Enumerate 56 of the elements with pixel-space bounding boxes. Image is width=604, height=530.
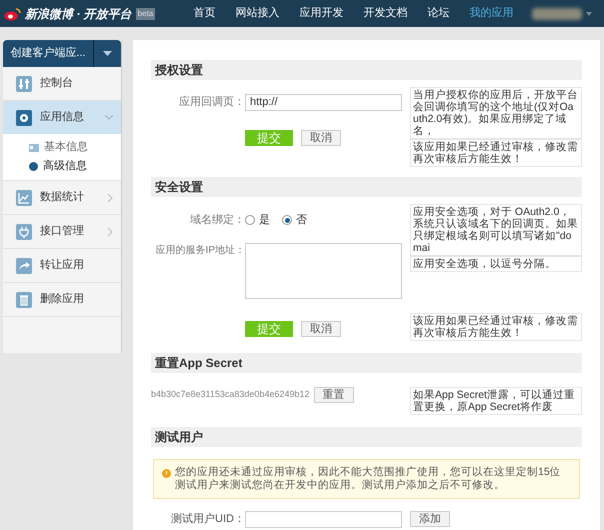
platform-logo-text: 新浪微博 · 开放平台 [25,6,132,22]
ip-address-field[interactable] [245,242,402,298]
submenu-item[interactable]: 高级信息 [3,157,121,176]
tester-uid-field[interactable] [245,510,402,528]
field-label: 测试用户UID： [170,512,245,527]
hint-text: 该应用如果已经通过审核，修改需再次审核后方能生效！ [410,312,582,340]
sidebar-item[interactable]: 控制台 [3,67,121,100]
warning-notice: 您的应用还未通过应用审核，因此不能大范围推广使用，您可以在这里定制15位测试用户来测试您尚在开发中的应用。测试用户添加之后不可修改。 [153,458,580,498]
radio-option[interactable]: 是 [245,212,270,228]
hint-text: 该应用如果已经通过审核，修改需再次审核后方能生效！ [410,139,582,167]
hint-text: 当用户授权你的应用后，开放平台会回调你填写的这个地址(仅对Oauth2.0有效)。如果应用绑定了域名， [410,87,582,139]
caret-icon [586,12,592,16]
hint-text: 如果App Secret泄露，可以通过重置更换，原App Secret将作废 [410,386,582,414]
app-secret-text: b4b30c7e8e31153ca83de0b4e6249b12 [151,388,310,402]
chevron-down-icon [105,115,113,120]
trash-icon [16,292,32,308]
sidebar-item[interactable]: 数据统计 [3,181,121,214]
sidebar-item[interactable]: 转让应用 [3,249,121,282]
submenu-item[interactable]: 基本信息 [3,138,121,157]
sidebar-item[interactable]: 接口管理 [3,215,121,248]
sidebar-item[interactable]: 应用信息 [3,101,121,134]
nav-link[interactable]: 首页 [193,5,216,22]
section-header: 重置App Secret [151,352,582,372]
field-label: 域名绑定： [189,212,245,228]
sliders-icon [16,76,32,92]
section-header: 测试用户 [151,426,582,446]
field-label: 应用的服务IP地址： [154,244,245,258]
reset-button[interactable]: 重置 [314,387,354,403]
dropdown-caret-icon [103,51,112,56]
radio-option[interactable]: 否 [282,212,307,228]
chart-icon [16,190,32,206]
info-icon [29,162,38,171]
chevron-right-icon [108,228,113,236]
nav-link[interactable]: 开发文档 [363,5,408,22]
plug-icon [16,224,32,240]
card-icon [29,144,39,152]
add-button[interactable]: 添加 [410,511,450,527]
weibo-logo-icon [4,6,21,20]
warning-icon [162,468,171,478]
sidebar-item[interactable]: 删除应用 [3,283,121,316]
callback-url-field[interactable]: http:// [245,94,402,111]
gear-icon [16,110,32,126]
app-dropdown[interactable]: 创建客户端应... [3,40,121,67]
hint-text: 应用安全选项，对于 OAuth2.0，系统只认该域名下的回调页。如果只绑定根域名则可以填写诸如"domai [410,204,582,256]
nav-link[interactable]: 应用开发 [299,5,344,22]
field-label: 应用回调页： [178,94,245,110]
nav-link[interactable]: 论坛 [427,5,450,22]
chevron-right-icon [108,194,113,202]
beta-badge: beta [136,8,156,20]
nav-link[interactable]: 网站接入 [235,5,280,22]
cancel-button[interactable]: 取消 [301,130,341,146]
cancel-button[interactable]: 取消 [301,320,341,336]
section-header: 授权设置 [151,60,582,80]
section-header: 安全设置 [151,177,582,197]
hint-text: 应用安全选项，以逗号分隔。 [410,256,582,272]
nav-link[interactable]: 我的应用 [469,5,514,22]
